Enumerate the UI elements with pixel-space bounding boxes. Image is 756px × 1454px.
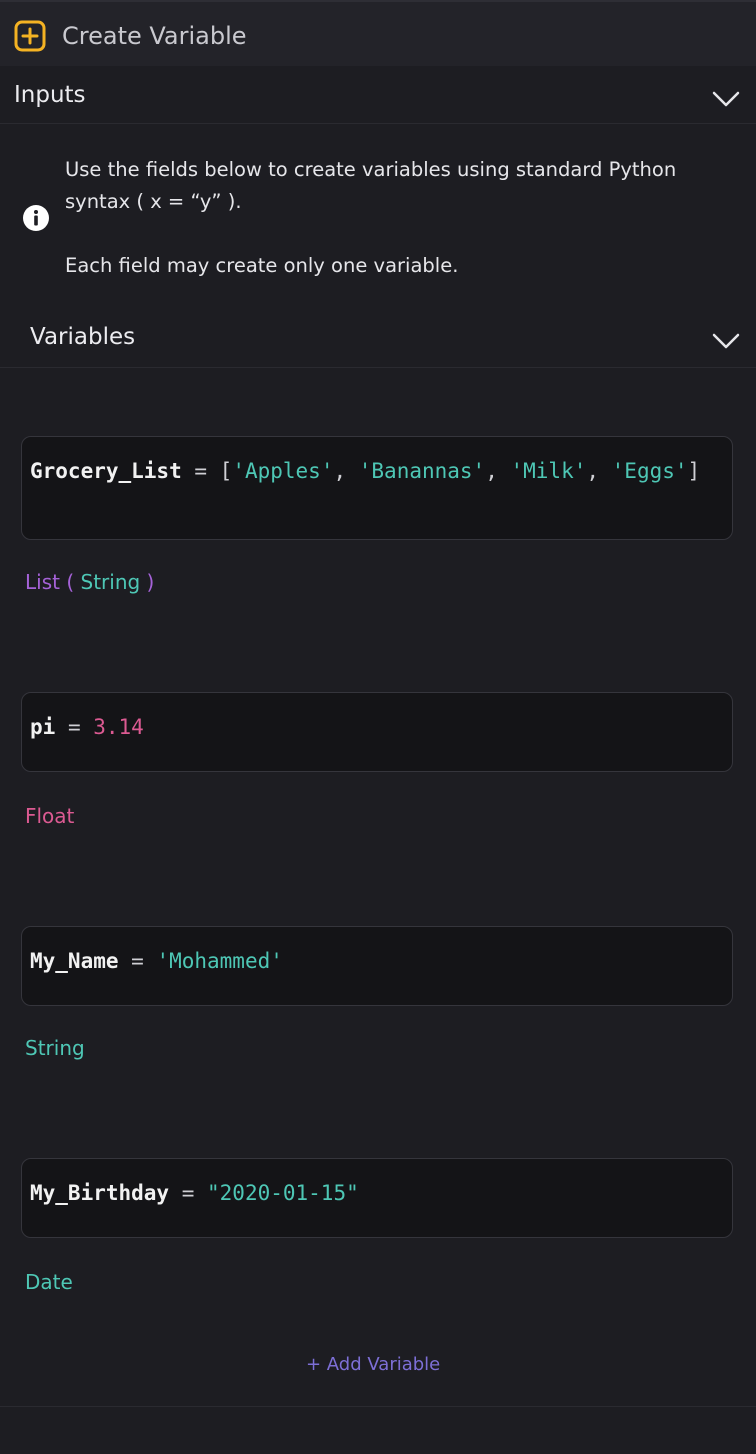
list-item: 'Apples' [232,459,334,483]
variable-name: Grocery_List [30,459,182,483]
assign-operator: = [169,1181,208,1205]
assign-operator: = [181,459,220,483]
list-separator: , [485,459,511,483]
chevron-down-icon[interactable] [712,90,740,108]
variable-name: My_Name [30,949,119,973]
info-text-line3: Each field may create only one variable. [65,254,459,277]
assign-operator: = [118,949,157,973]
variable-value: 3.14 [93,715,144,739]
variable-value: "2020-01-15" [207,1181,359,1205]
variables-section-header[interactable]: Variables [0,310,756,368]
info-icon [23,205,49,231]
list-item: 'Milk' [510,459,587,483]
variable-input-my-name[interactable]: My_Name = 'Mohammed' [21,926,733,1006]
list-separator: , [586,459,612,483]
inputs-section-title: Inputs [14,82,86,108]
page-title: Create Variable [62,22,247,50]
list-separator: , [333,459,359,483]
variable-value: 'Mohammed' [156,949,283,973]
type-inner: String [80,570,141,594]
assign-operator: = [55,715,94,739]
plus-square-icon [14,20,46,52]
variable-type-label: Float [25,804,75,828]
chevron-down-icon[interactable] [712,332,740,350]
type-paren-open: ( [59,570,81,594]
variable-input-pi[interactable]: pi = 3.14 [21,692,733,772]
divider [0,1406,756,1407]
list-item: 'Banannas' [358,459,486,483]
variables-section-title: Variables [30,324,136,350]
variable-type-label: String [25,1036,85,1060]
variable-input-my-birthday[interactable]: My_Birthday = "2020-01-15" [21,1158,733,1238]
list-open-bracket: [ [219,459,233,483]
type-paren-close: ) [140,570,155,594]
add-variable-button[interactable]: + Add Variable [306,1352,440,1378]
list-close-bracket: ] [687,459,701,483]
info-text-line1: Use the fields below to create variables… [65,158,677,181]
type-outer: List [25,570,60,594]
variable-type-label: List ( String ) [25,569,154,595]
inputs-section-header[interactable]: Inputs [0,66,756,124]
title-bar: Create Variable [0,0,756,66]
info-text-line2: syntax ( x = “y” ). [65,190,242,213]
variable-input-grocery-list[interactable]: Grocery_List = ['Apples', 'Banannas', 'M… [21,436,733,540]
variable-name: pi [30,715,56,739]
list-item: 'Eggs' [611,459,688,483]
variable-type-label: Date [25,1270,73,1294]
variable-name: My_Birthday [30,1181,170,1205]
